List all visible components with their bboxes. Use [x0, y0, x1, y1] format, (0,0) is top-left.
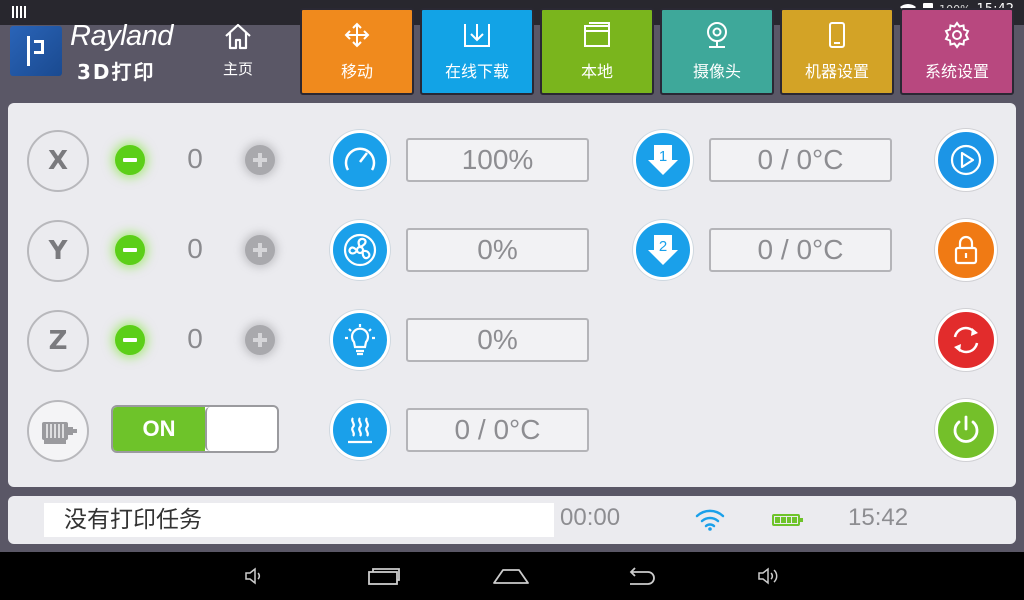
light-button[interactable] [330, 310, 390, 370]
fan-icon [343, 233, 377, 267]
recent-apps-icon [368, 568, 400, 585]
extruder1-number: 1 [659, 148, 667, 165]
app-header: Rayland 3D打印 主页 移动 在线下载 本地 摄像头 机器设置 系统设置 [0, 0, 1024, 100]
brand-name: Rayland [70, 20, 173, 52]
brand-subtitle: 3D打印 [77, 60, 156, 84]
tile-camera[interactable]: 摄像头 [660, 8, 774, 95]
axis-z-value: 0 [187, 323, 203, 354]
back-button[interactable] [620, 564, 660, 588]
rayland-logo [10, 26, 62, 76]
light-value: 0% [406, 318, 589, 362]
extruder1-button[interactable]: 1 [633, 130, 693, 190]
android-nav-bar [0, 552, 1024, 600]
info-bar: 没有打印任务 00:00 15:42 [8, 496, 1016, 544]
back-icon [629, 567, 655, 585]
phone-icon [829, 22, 845, 48]
axis-x-value: 0 [187, 143, 203, 174]
tile-local[interactable]: 本地 [540, 8, 654, 95]
axis-z-minus-button[interactable] [115, 325, 145, 355]
home-label: 主页 [222, 60, 253, 78]
axis-y-plus-button[interactable] [245, 235, 275, 265]
tile-camera-label: 摄像头 [692, 62, 741, 81]
extruder1-icon: 1 [648, 145, 678, 175]
speed-value: 100% [406, 138, 589, 182]
heatbed-icon [348, 417, 372, 444]
axis-x-minus-button[interactable] [115, 145, 145, 175]
axis-x-home-button[interactable]: X [27, 130, 89, 192]
extruder2-icon: 2 [648, 235, 678, 265]
extruder1-temp-value: 0 / 0°C [709, 138, 892, 182]
speedometer-icon [344, 147, 376, 171]
tile-online-download-label: 在线下载 [444, 62, 509, 81]
extruder2-number: 2 [659, 238, 667, 255]
battery-icon [772, 514, 803, 526]
home-button[interactable]: 主页 [213, 22, 263, 79]
print-timer: 00:00 [560, 504, 621, 531]
main-menu-tiles: 移动 在线下载 本地 摄像头 机器设置 系统设置 [300, 8, 1014, 95]
tile-online-download[interactable]: 在线下载 [420, 8, 534, 95]
move-icon [344, 22, 370, 48]
axis-z-home-button[interactable]: Z [27, 310, 89, 372]
extruder2-temp-value: 0 / 0°C [709, 228, 892, 272]
gear-icon [944, 21, 970, 49]
recent-apps-button[interactable] [364, 564, 404, 588]
lock-button[interactable] [935, 219, 997, 281]
bed-temp-value: 0 / 0°C [406, 408, 589, 452]
axis-y-home-button[interactable]: Y [27, 220, 89, 282]
volume-down-icon [245, 567, 261, 585]
fan-button[interactable] [330, 220, 390, 280]
axis-z-plus-button[interactable] [245, 325, 275, 355]
print-task-status: 没有打印任务 [44, 503, 554, 537]
motor-button[interactable] [27, 400, 89, 462]
play-button[interactable] [935, 129, 997, 191]
wifi-icon [695, 509, 725, 531]
tile-move[interactable]: 移动 [300, 8, 414, 95]
power-button[interactable] [935, 399, 997, 461]
play-icon [950, 144, 982, 176]
info-clock: 15:42 [848, 504, 909, 531]
motor-icon [42, 422, 77, 444]
lock-icon [954, 235, 978, 265]
folder-icon [584, 22, 610, 47]
lightbulb-icon [345, 324, 375, 356]
power-icon [953, 415, 979, 443]
home-nav-icon [493, 569, 529, 584]
volume-down-button[interactable] [234, 564, 274, 588]
tile-machine-settings-label: 机器设置 [804, 62, 869, 81]
download-icon [464, 24, 490, 47]
motor-toggle[interactable]: ON [111, 405, 279, 453]
tile-move-label: 移动 [340, 62, 373, 81]
extruder2-button[interactable]: 2 [633, 220, 693, 280]
volume-up-button[interactable] [748, 564, 788, 588]
control-panel: X 0 Y 0 Z 0 ON 100% 0% 0% 0 / 0°C 1 0 / … [8, 103, 1016, 487]
toggle-knob [205, 407, 277, 451]
tile-local-label: 本地 [580, 62, 613, 81]
tile-system-settings-label: 系统设置 [924, 62, 989, 81]
tile-system-settings[interactable]: 系统设置 [900, 8, 1014, 95]
speed-button[interactable] [330, 130, 390, 190]
bed-heat-button[interactable] [330, 400, 390, 460]
axis-x-plus-button[interactable] [245, 145, 275, 175]
reset-button[interactable] [935, 309, 997, 371]
home-nav-button[interactable] [491, 564, 531, 588]
toggle-on-label: ON [113, 407, 205, 451]
refresh-icon [953, 326, 979, 354]
tile-machine-settings[interactable]: 机器设置 [780, 8, 894, 95]
fan-value: 0% [406, 228, 589, 272]
volume-up-icon [758, 567, 778, 585]
home-icon [225, 23, 251, 50]
axis-y-minus-button[interactable] [115, 235, 145, 265]
webcam-icon [707, 22, 727, 48]
axis-y-value: 0 [187, 233, 203, 264]
